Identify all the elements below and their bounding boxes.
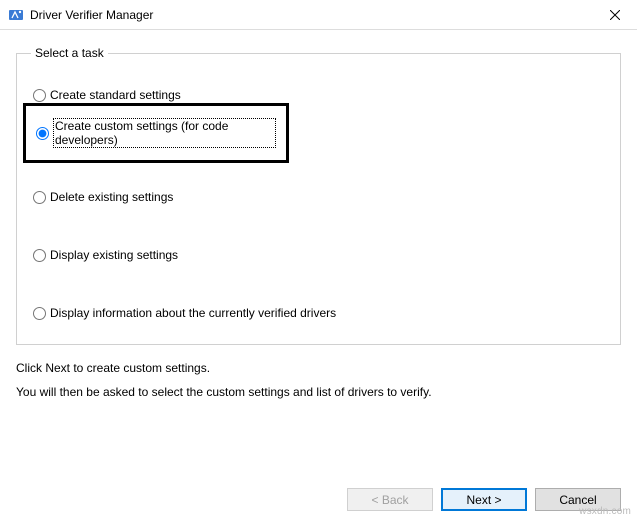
groupbox-legend: Select a task <box>31 46 108 60</box>
radio-label: Display existing settings <box>50 248 178 262</box>
window-title: Driver Verifier Manager <box>30 8 593 22</box>
radio-input[interactable] <box>33 307 46 320</box>
close-button[interactable] <box>593 0 637 30</box>
wizard-button-row: < Back Next > Cancel <box>16 476 621 511</box>
highlight-box: Create custom settings (for code develop… <box>23 103 289 163</box>
radio-option-display-current[interactable]: Display information about the currently … <box>33 306 336 320</box>
radio-row-delete: Delete existing settings <box>33 188 606 206</box>
radio-row-custom: Create custom settings (for code develop… <box>33 144 606 162</box>
titlebar: Driver Verifier Manager <box>0 0 637 30</box>
hint-line-1: Click Next to create custom settings. <box>16 361 621 375</box>
radio-option-delete[interactable]: Delete existing settings <box>33 190 173 204</box>
hint-line-2: You will then be asked to select the cus… <box>16 385 621 399</box>
radio-row-standard: Create standard settings <box>33 86 606 104</box>
radio-input[interactable] <box>33 191 46 204</box>
close-icon <box>610 10 620 20</box>
task-groupbox: Select a task Create standard settings C… <box>16 46 621 345</box>
radio-option-standard[interactable]: Create standard settings <box>33 88 181 102</box>
client-area: Select a task Create standard settings C… <box>0 30 637 527</box>
radio-option-custom[interactable]: Create custom settings (for code develop… <box>36 118 276 148</box>
radio-label: Delete existing settings <box>50 190 173 204</box>
radio-input[interactable] <box>33 89 46 102</box>
radio-label: Create custom settings (for code develop… <box>53 118 276 148</box>
radio-option-display-existing[interactable]: Display existing settings <box>33 248 178 262</box>
hint-area: Click Next to create custom settings. Yo… <box>16 355 621 409</box>
radio-row-display-existing: Display existing settings <box>33 246 606 264</box>
next-button[interactable]: Next > <box>441 488 527 511</box>
radio-label: Display information about the currently … <box>50 306 336 320</box>
cancel-button[interactable]: Cancel <box>535 488 621 511</box>
radio-input[interactable] <box>33 249 46 262</box>
radio-label: Create standard settings <box>50 88 181 102</box>
radio-input[interactable] <box>36 127 49 140</box>
radio-row-display-current: Display information about the currently … <box>33 304 606 322</box>
app-icon <box>8 7 24 23</box>
back-button: < Back <box>347 488 433 511</box>
